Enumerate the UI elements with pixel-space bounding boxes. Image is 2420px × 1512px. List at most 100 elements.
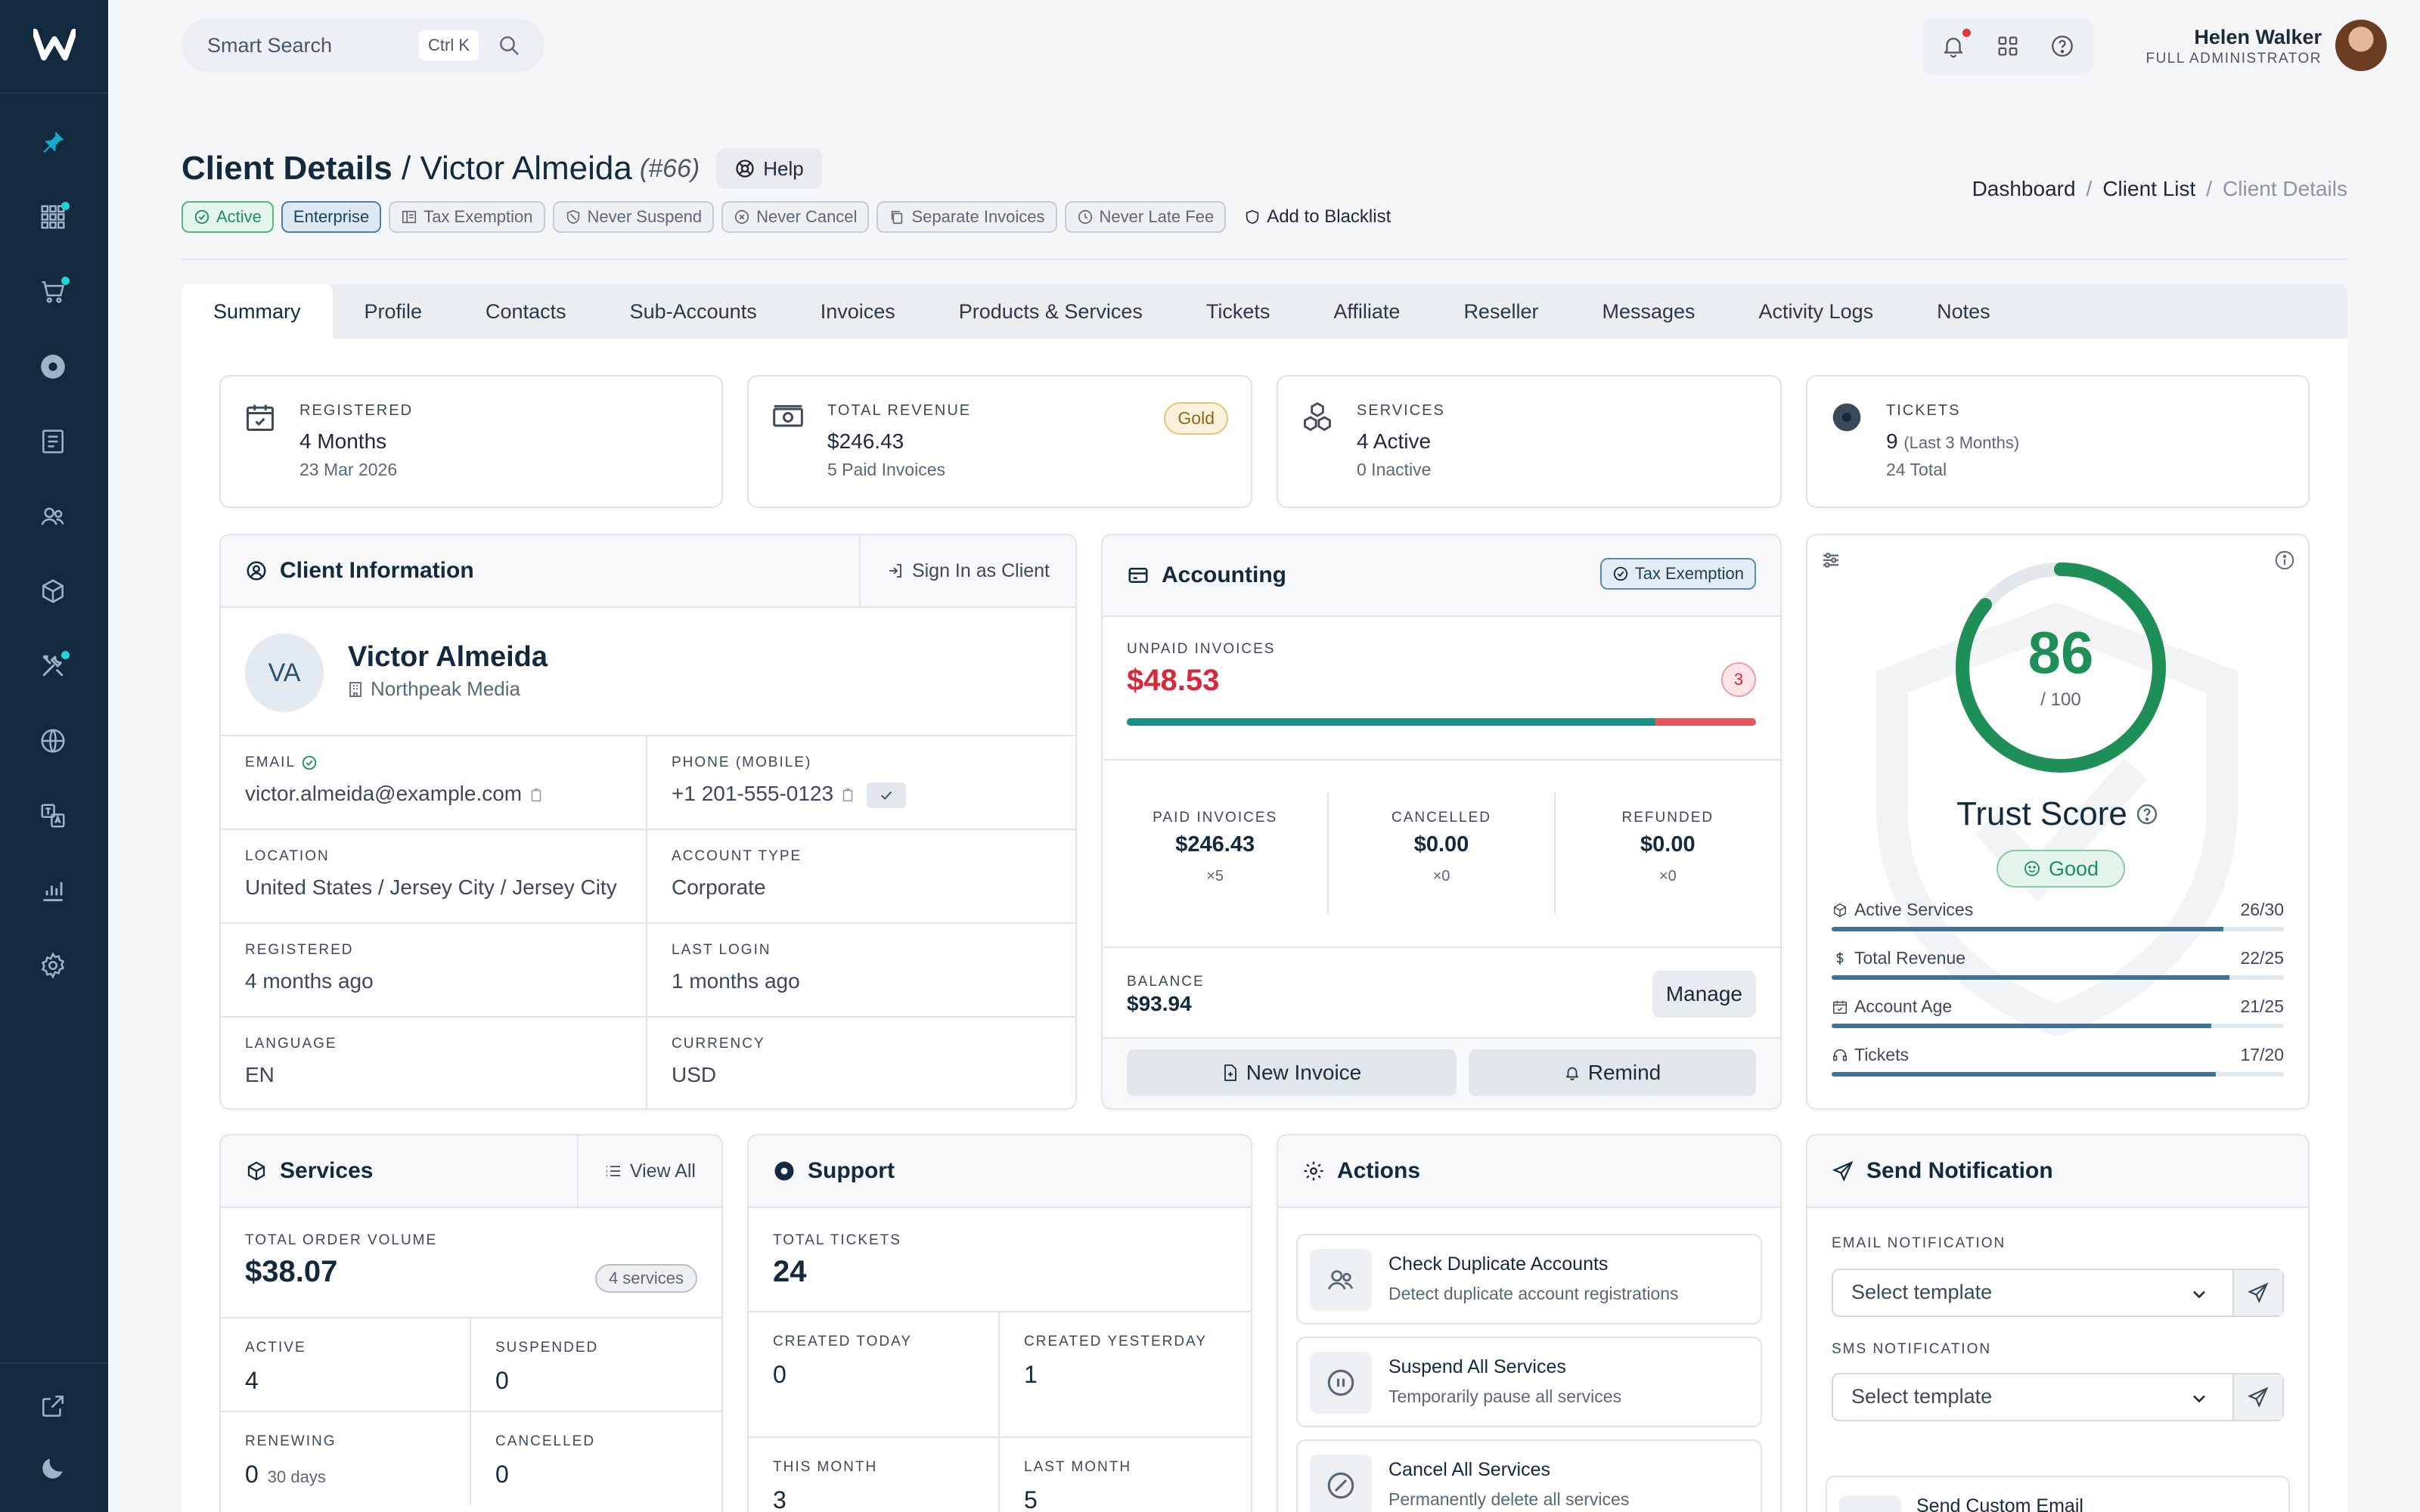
send-custom-email-button[interactable]: Send Custom Email — [1826, 1476, 2290, 1512]
building-icon — [348, 681, 363, 698]
email-value[interactable]: victor.almeida@example.com — [245, 782, 522, 805]
tab-affiliate[interactable]: Affiliate — [1302, 284, 1432, 339]
tab-bar: Summary Profile Contacts Sub-Accounts Invoic… — [182, 284, 2347, 339]
external-link-icon[interactable] — [36, 1390, 70, 1423]
sidebar-item-products[interactable] — [36, 575, 70, 608]
stat-label: REGISTERED — [299, 402, 414, 419]
tag-separate-invoices[interactable]: Separate Invoices — [876, 201, 1057, 233]
stat-value: 4 Months — [299, 429, 387, 453]
tax-badge-label: Tax Exemption — [1634, 564, 1744, 583]
tag-add-to-blacklist[interactable]: Add to Blacklist — [1233, 201, 1401, 233]
stat-card-tickets: TICKETS 9 (Last 3 Months) 24 Total — [1806, 375, 2310, 508]
tab-notes[interactable]: Notes — [1905, 284, 2022, 339]
currency-value: USD — [672, 1063, 717, 1086]
search-input[interactable]: Smart Search — [207, 34, 419, 57]
trust-score-max: / 100 — [2040, 689, 2081, 710]
phone-value[interactable]: +1 201-555-0123 — [672, 782, 833, 805]
x-circle-icon — [734, 209, 750, 225]
view-all-label: View All — [629, 1160, 696, 1182]
sliders-icon[interactable] — [1820, 549, 1842, 572]
sidebar-item-billing[interactable] — [36, 425, 70, 458]
verify-phone-button[interactable] — [867, 782, 907, 808]
last-login-label: LAST LOGIN — [672, 942, 771, 958]
language-value: EN — [245, 1063, 275, 1086]
tag-never-late-fee[interactable]: Never Late Fee — [1064, 201, 1227, 233]
metric-bar — [1832, 927, 2284, 931]
send-sms-button[interactable] — [2232, 1374, 2282, 1420]
help-button[interactable]: Help — [716, 148, 822, 189]
bell-icon[interactable] — [1941, 33, 1966, 59]
send-email-button[interactable] — [2232, 1270, 2282, 1315]
tab-activity-logs[interactable]: Activity Logs — [1727, 284, 1906, 339]
tag-never-cancel[interactable]: Never Cancel — [721, 201, 870, 233]
ticket-stats: CREATED TODAY 0 CREATED YESTERDAY 1 THIS MON… — [749, 1311, 1251, 1512]
info-icon[interactable] — [2273, 549, 2296, 572]
search-icon[interactable] — [497, 33, 521, 57]
sidebar-item-reports[interactable] — [36, 874, 70, 907]
stat-value: 9 — [1886, 429, 1898, 453]
new-invoice-button[interactable]: New Invoice — [1127, 1049, 1457, 1096]
view-all-button[interactable]: View All — [576, 1136, 721, 1207]
tab-profile[interactable]: Profile — [333, 284, 455, 339]
card-title: Accounting — [1162, 562, 1286, 587]
smile-icon — [2023, 860, 2041, 878]
question-icon[interactable] — [2135, 802, 2159, 826]
avatar[interactable] — [2335, 20, 2387, 71]
invoice-stat-label: REFUNDED — [1621, 810, 1714, 826]
sidebar-item-tools[interactable] — [36, 649, 70, 683]
apps-grid-icon[interactable] — [1995, 33, 2021, 59]
tab-messages[interactable]: Messages — [1570, 284, 1727, 339]
tab-reseller[interactable]: Reseller — [1432, 284, 1570, 339]
sidebar-item-apps[interactable] — [36, 200, 70, 234]
action-title: Check Duplicate Accounts — [1388, 1253, 1609, 1275]
tab-contacts[interactable]: Contacts — [454, 284, 598, 339]
tag-never-suspend[interactable]: Never Suspend — [552, 201, 715, 233]
sidebar-item-domains[interactable] — [36, 724, 70, 758]
sidebar-item-clients[interactable] — [36, 500, 70, 533]
tab-tickets[interactable]: Tickets — [1174, 284, 1302, 339]
invoice-stat-count: ×0 — [1432, 868, 1450, 885]
tab-products-services[interactable]: Products & Services — [927, 284, 1174, 339]
help-circle-icon[interactable] — [2049, 33, 2075, 59]
copy-icon[interactable] — [528, 787, 544, 804]
ticket-stat-created-today: CREATED TODAY 0 — [749, 1311, 1000, 1436]
action-suspend-all-services[interactable]: Suspend All Services Temporarily pause al… — [1296, 1337, 1762, 1427]
notification-dot — [61, 202, 70, 210]
brand-logo[interactable] — [33, 29, 76, 60]
sign-in-as-client-button[interactable]: Sign In as Client — [858, 535, 1075, 606]
tag-tax-exemption[interactable]: Tax Exemption — [389, 201, 545, 233]
user-name[interactable]: Helen Walker — [2194, 26, 2322, 49]
gear-icon — [39, 951, 67, 980]
tab-invoices[interactable]: Invoices — [789, 284, 927, 339]
metric-value: 17/20 — [2240, 1045, 2284, 1064]
sidebar-item-settings[interactable] — [36, 949, 70, 982]
action-cancel-all-services[interactable]: Cancel All Services Permanently delete al… — [1296, 1439, 1762, 1512]
smart-search[interactable]: Smart Search Ctrl K — [182, 18, 544, 73]
remind-button[interactable]: Remind — [1469, 1049, 1756, 1096]
copy-icon[interactable] — [839, 787, 856, 804]
ticket-stat-value: 3 — [773, 1486, 786, 1512]
manage-button[interactable]: Manage — [1652, 971, 1756, 1018]
breadcrumb-dashboard[interactable]: Dashboard — [1972, 177, 2076, 201]
tag-enterprise[interactable]: Enterprise — [281, 201, 382, 233]
moon-icon[interactable] — [36, 1452, 70, 1485]
payment-progress-bar — [1127, 718, 1756, 726]
metric-bar-fill — [1832, 1024, 2212, 1028]
sidebar-item-support[interactable] — [36, 350, 70, 383]
tag-label: Add to Blacklist — [1267, 206, 1392, 227]
client-id: (#66) — [639, 153, 700, 183]
title-separator: / — [392, 150, 420, 187]
stat-label: TOTAL REVENUE — [827, 402, 972, 419]
tab-sub-accounts[interactable]: Sub-Accounts — [598, 284, 789, 339]
sidebar-item-orders[interactable] — [36, 275, 70, 308]
tab-summary[interactable]: Summary — [182, 284, 333, 339]
trust-score-value: 86 — [2028, 619, 2094, 686]
tag-active[interactable]: Active — [182, 201, 274, 233]
sidebar-item-translations[interactable] — [36, 799, 70, 832]
account-type-value: Corporate — [672, 875, 766, 899]
sms-template-select[interactable]: Select template — [1832, 1373, 2284, 1421]
breadcrumb-client-list[interactable]: Client List — [2102, 177, 2195, 201]
email-template-select[interactable]: Select template — [1832, 1269, 2284, 1317]
action-check-duplicate-accounts[interactable]: Check Duplicate Accounts Detect duplicate… — [1296, 1234, 1762, 1325]
sidebar-item-pin[interactable] — [36, 125, 70, 159]
